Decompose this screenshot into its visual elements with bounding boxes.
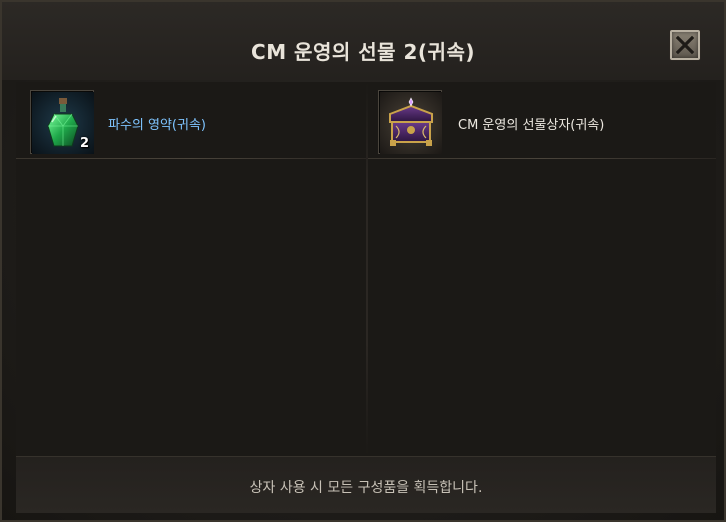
dialog-footer: 상자 사용 시 모든 구성품을 획득합니다.	[16, 456, 716, 513]
item-column-right: CM 운영의 선물상자(귀속)	[368, 82, 716, 456]
close-icon	[675, 35, 695, 55]
item-count: 2	[79, 136, 89, 151]
item-slot[interactable]	[378, 90, 442, 154]
gift-chest-icon	[380, 92, 442, 154]
close-button[interactable]	[670, 30, 700, 60]
list-item[interactable]: 2 파수의 영약(귀속)	[16, 82, 366, 158]
footer-message: 상자 사용 시 모든 구성품을 획득합니다.	[249, 480, 483, 496]
dialog-title: CM 운영의 선물 2(귀속)	[251, 40, 475, 64]
gift-box-dialog: CM 운영의 선물 2(귀속) 2 파수의 영약(귀속) CM 운영의 선물상자…	[0, 0, 726, 522]
item-slot[interactable]: 2	[30, 90, 94, 154]
item-name: 파수의 영약(귀속)	[108, 118, 206, 133]
row-divider	[368, 158, 716, 159]
row-divider	[16, 158, 366, 159]
item-list: 2 파수의 영약(귀속) CM 운영의 선물상자(귀속)	[16, 82, 716, 456]
item-column-left: 2 파수의 영약(귀속)	[16, 82, 366, 456]
item-name: CM 운영의 선물상자(귀속)	[458, 118, 605, 133]
dialog-header: CM 운영의 선물 2(귀속)	[2, 2, 724, 80]
list-item[interactable]: CM 운영의 선물상자(귀속)	[368, 82, 716, 158]
